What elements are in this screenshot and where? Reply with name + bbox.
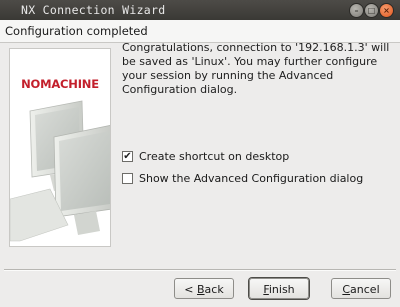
cancel-button[interactable]: Cancel [331,278,391,299]
computer-monitors-illustration [10,100,110,242]
maximize-icon[interactable]: □ [364,3,379,18]
create-shortcut-checkbox[interactable]: ✔ [122,150,133,162]
create-shortcut-label: Create shortcut on desktop [139,149,290,163]
back-button-mnemonic: B [197,283,205,296]
show-advanced-label: Show the Advanced Configuration dialog [139,171,364,185]
wizard-header: Configuration completed [0,20,400,43]
button-separator [4,269,396,271]
completion-message: Congratulations, connection to '192.168.… [122,41,390,96]
close-icon[interactable]: × [379,3,394,18]
show-advanced-checkbox[interactable] [122,172,133,184]
cancel-button-mnemonic: C [342,283,351,296]
finish-button-label: inish [268,283,295,296]
back-button[interactable]: < Back [174,278,234,299]
create-shortcut-option[interactable]: ✔ Create shortcut on desktop [122,149,289,163]
finish-button[interactable]: Finish [249,278,309,299]
cancel-button-label: ancel [350,283,380,296]
show-advanced-option[interactable]: Show the Advanced Configuration dialog [122,171,363,185]
page-heading: Configuration completed [5,24,148,38]
brand-side-panel: NOMACHINE [9,48,111,247]
minimize-icon[interactable]: – [349,3,364,18]
title-bar: NX Connection Wizard – □ × [0,0,400,20]
back-button-label: ack [204,283,224,296]
back-button-prefix: < [184,283,197,296]
window-title: NX Connection Wizard [21,3,166,17]
